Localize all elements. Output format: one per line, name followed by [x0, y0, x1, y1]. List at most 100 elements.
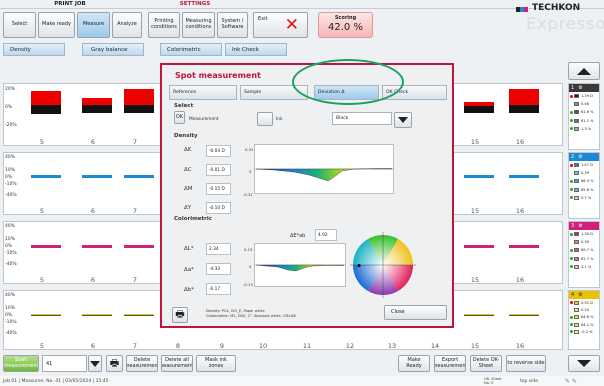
- select-button[interactable]: Select: [3, 12, 36, 38]
- sheet-number-field[interactable]: 41: [42, 355, 87, 372]
- system-software-button[interactable]: System / Software: [217, 12, 248, 38]
- swatch-icon: [574, 187, 579, 192]
- summary-value: 61.2 %: [581, 118, 594, 123]
- settings-icon: ⚙: [578, 85, 583, 91]
- delete-measurement-button[interactable]: Delete measurement: [126, 355, 158, 372]
- status-dot-icon: [570, 163, 573, 167]
- panel-label: -40%: [5, 193, 17, 198]
- side-status: top side: [520, 378, 539, 384]
- summary-value: 1.3 %: [581, 126, 592, 131]
- ink-summary-cyan[interactable]: 2 ⚙ 1.47 D 0.39 66.3 % 65.6 % 0.7 %: [568, 152, 600, 219]
- summary-row: 3.1 %: [569, 263, 599, 271]
- swatch-icon: [574, 256, 579, 261]
- color-wheel: [350, 232, 416, 298]
- zone-number: 6: [90, 342, 96, 350]
- summary-value: 64.6 %: [581, 315, 594, 320]
- summary-row: 0.92 D: [569, 299, 599, 306]
- zone-number: 16: [515, 342, 525, 350]
- tab-density[interactable]: Density: [3, 43, 65, 56]
- swatch-icon: [574, 110, 579, 115]
- density-row-label: ΔM: [184, 186, 193, 192]
- close-button[interactable]: Close: [384, 305, 447, 320]
- color-value: -0.17: [206, 283, 231, 295]
- scroll-up-button[interactable]: [568, 62, 600, 80]
- panel-label: -20%: [5, 123, 17, 128]
- summary-value: 66.3 %: [581, 179, 594, 184]
- spot-measurement-dialog: Spot measurement Reference Sample Deviat…: [160, 59, 454, 328]
- summary-value: 62.7 %: [581, 256, 594, 261]
- make-ready-bottom-button[interactable]: Make Ready: [398, 355, 430, 372]
- info-line-2: Colorimetric: M1, D50, 2°, Absolute whit…: [206, 314, 296, 318]
- scroll-down-button[interactable]: [568, 355, 600, 372]
- zone-number: 7: [132, 138, 138, 146]
- tab-reference[interactable]: Reference: [169, 85, 237, 100]
- sheet-dropdown-button[interactable]: [88, 355, 102, 372]
- print-dialog-button[interactable]: 🖶: [172, 307, 188, 323]
- ink-dropdown-button[interactable]: [394, 112, 412, 128]
- ink-select-value: Black: [336, 116, 349, 121]
- zone-number: 11: [302, 342, 312, 350]
- ink-toggle[interactable]: [257, 112, 273, 126]
- highlight-ellipse: [292, 59, 404, 105]
- ink-index: 4: [571, 292, 575, 298]
- summary-row: 65.6 %: [569, 186, 599, 194]
- swatch-icon: [574, 163, 579, 168]
- summary-row: 0.20: [569, 306, 599, 313]
- panel-label: -40%: [5, 331, 17, 336]
- color-value: 2.34: [206, 243, 231, 255]
- export-measurement-button[interactable]: Export measurement: [434, 355, 466, 372]
- zone-number: 15: [470, 276, 480, 284]
- exit-button[interactable]: Exit ✕: [253, 12, 308, 38]
- zone-number: 16: [515, 207, 525, 215]
- ink-index: 3: [571, 223, 575, 229]
- ink-summary-black[interactable]: 1 ⚙ 1.39 D 0.46 61.6 % 61.2 % 1.3 %: [568, 83, 600, 150]
- product-name: Expresso: [526, 14, 604, 33]
- status-dot-icon: [570, 188, 573, 192]
- ok-button[interactable]: OK: [174, 111, 185, 124]
- ink-select[interactable]: Black: [332, 112, 392, 125]
- measure-button[interactable]: Measure: [77, 12, 110, 38]
- zone-number: 9: [219, 342, 225, 350]
- panel-label: 10%: [5, 306, 16, 311]
- tab-colorimetric[interactable]: Colorimetric: [160, 43, 222, 56]
- reverse-side-button[interactable]: to reverse side: [506, 355, 546, 372]
- select-label: Select: [174, 103, 194, 109]
- summary-value: 64.2 %: [581, 322, 594, 327]
- zone-number: 7: [132, 342, 138, 350]
- zone-number: 5: [39, 342, 45, 350]
- print-button[interactable]: 🖶: [106, 355, 123, 372]
- info-line-1: Density: POL, ISO_E, Paper white: [206, 309, 265, 313]
- panel-label: 10%: [5, 237, 16, 242]
- zone-number: 15: [470, 342, 480, 350]
- ink-summary-yellow[interactable]: 4 ⚙ 0.92 D 0.20 64.6 % 64.2 % -0.2 %: [568, 290, 600, 350]
- ink-summary-header: 4 ⚙: [569, 291, 599, 299]
- density-value: -0.15 D: [206, 183, 231, 195]
- status-dot-icon: [570, 308, 573, 311]
- magenta-bar: [31, 245, 61, 248]
- tab-gray-balance[interactable]: Gray balance: [82, 43, 144, 56]
- status-dot-icon: [570, 315, 573, 319]
- make-ready-button[interactable]: Make ready: [38, 12, 75, 38]
- analyze-button[interactable]: Analyze: [112, 12, 142, 38]
- summary-value: 1.30 D: [581, 232, 593, 237]
- status-dot-icon: [570, 127, 573, 131]
- mask-ink-zones-button[interactable]: Mask ink zones: [196, 355, 236, 372]
- summary-value: 69.7 %: [581, 248, 594, 253]
- black-bar: [31, 105, 61, 114]
- density-row-label: ΔY: [184, 205, 192, 211]
- start-measurement-button[interactable]: Start measurement: [3, 355, 39, 372]
- delete-ok-sheet-button[interactable]: Delete OK-Sheet: [470, 355, 502, 372]
- measuring-conditions-button[interactable]: Measuring conditions: [182, 12, 215, 38]
- swatch-icon: [574, 118, 579, 123]
- zone-number: 5: [39, 138, 45, 146]
- summary-row: 0.30: [569, 238, 599, 246]
- delete-all-button[interactable]: Delete all measurements: [161, 355, 193, 372]
- status-dot-icon: [570, 301, 573, 305]
- ink-label: Ink: [276, 117, 283, 122]
- cyan-bar: [31, 175, 61, 178]
- panel-label: 40%: [5, 293, 16, 298]
- tab-ink-check[interactable]: Ink Check: [225, 43, 287, 56]
- ink-summary-magenta[interactable]: 3 ⚙ 1.30 D 0.30 69.7 % 62.7 % 3.1 %: [568, 221, 600, 288]
- printing-conditions-button[interactable]: Printing conditions: [148, 12, 180, 38]
- zone-number: 15: [470, 207, 480, 215]
